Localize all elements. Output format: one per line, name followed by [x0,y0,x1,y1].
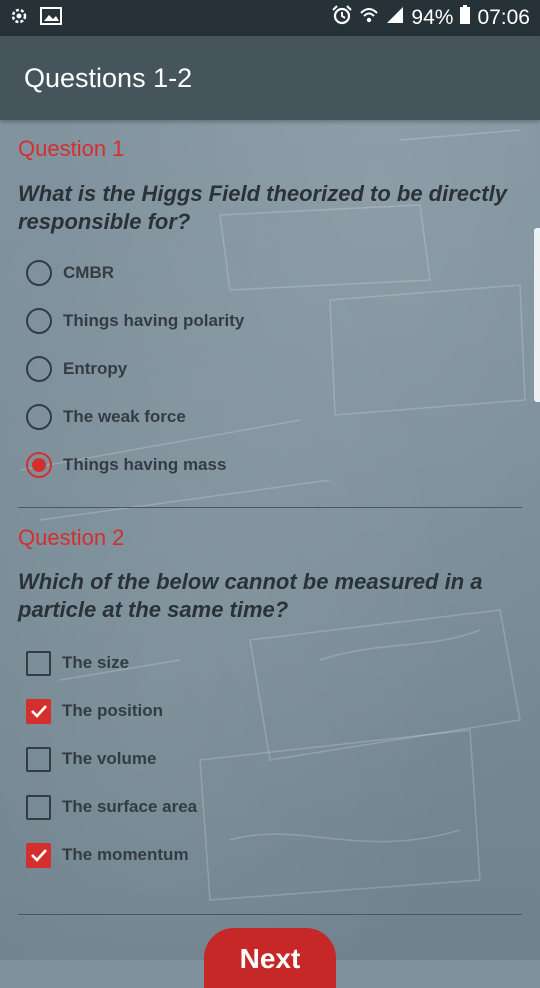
scrollbar[interactable] [534,228,540,402]
checkbox[interactable] [26,746,51,772]
option-label: Things having mass [63,455,227,474]
checkbox-checked[interactable] [26,842,51,868]
app-bar: Questions 1-2 [0,36,540,120]
status-bar: 94% 07:06 [0,0,540,36]
clock: 07:06 [477,6,530,29]
q1-option-cmbr[interactable]: CMBR [26,256,114,290]
divider [18,914,522,915]
option-label: The size [62,653,130,672]
alarm-icon [331,4,353,32]
checkmark-icon [30,705,47,718]
battery-level: 94% [411,6,454,29]
radio-button[interactable] [26,356,52,382]
image-icon [40,6,62,31]
q2-option-surface-area[interactable]: The surface area [26,790,197,824]
q2-option-volume[interactable]: The volume [26,742,156,776]
settings-gear-icon [8,5,30,32]
radio-button-selected[interactable] [26,452,52,478]
q2-option-momentum[interactable]: The momentum [26,838,189,872]
next-button[interactable]: Next [204,928,336,988]
checkbox[interactable] [26,650,51,676]
radio-button[interactable] [26,308,52,334]
questions-content[interactable]: Question 1 What is the Higgs Field theor… [0,120,540,988]
radio-button[interactable] [26,260,52,286]
option-label: The position [62,701,164,720]
q1-option-entropy[interactable]: Entropy [26,352,127,386]
q2-option-size[interactable]: The size [26,646,129,680]
question-2-text: Which of the below cannot be measured in… [18,569,483,622]
option-label: The weak force [63,407,186,426]
signal-icon [385,5,405,31]
option-label: The momentum [62,845,189,864]
divider [18,507,522,508]
radio-button[interactable] [26,404,52,430]
option-label: Things having polarity [63,311,245,330]
option-label: The surface area [62,797,198,816]
page-title: Questions 1-2 [24,62,193,93]
option-label: The volume [62,749,157,768]
q1-option-mass[interactable]: Things having mass [26,448,226,482]
option-label: CMBR [63,263,114,282]
question-1-label: Question 1 [18,136,125,161]
checkbox[interactable] [26,794,51,820]
option-label: Entropy [63,359,128,378]
checkbox-checked[interactable] [26,698,51,724]
question-1-text: What is the Higgs Field theorized to be … [18,181,507,234]
q2-option-position[interactable]: The position [26,694,163,728]
q1-option-polarity[interactable]: Things having polarity [26,304,244,338]
radio-selected-dot-icon [32,458,46,472]
question-2-label: Question 2 [18,525,125,550]
wifi-icon [359,5,379,31]
checkmark-icon [30,849,47,862]
battery-icon [459,5,471,31]
q1-option-weak-force[interactable]: The weak force [26,400,186,434]
